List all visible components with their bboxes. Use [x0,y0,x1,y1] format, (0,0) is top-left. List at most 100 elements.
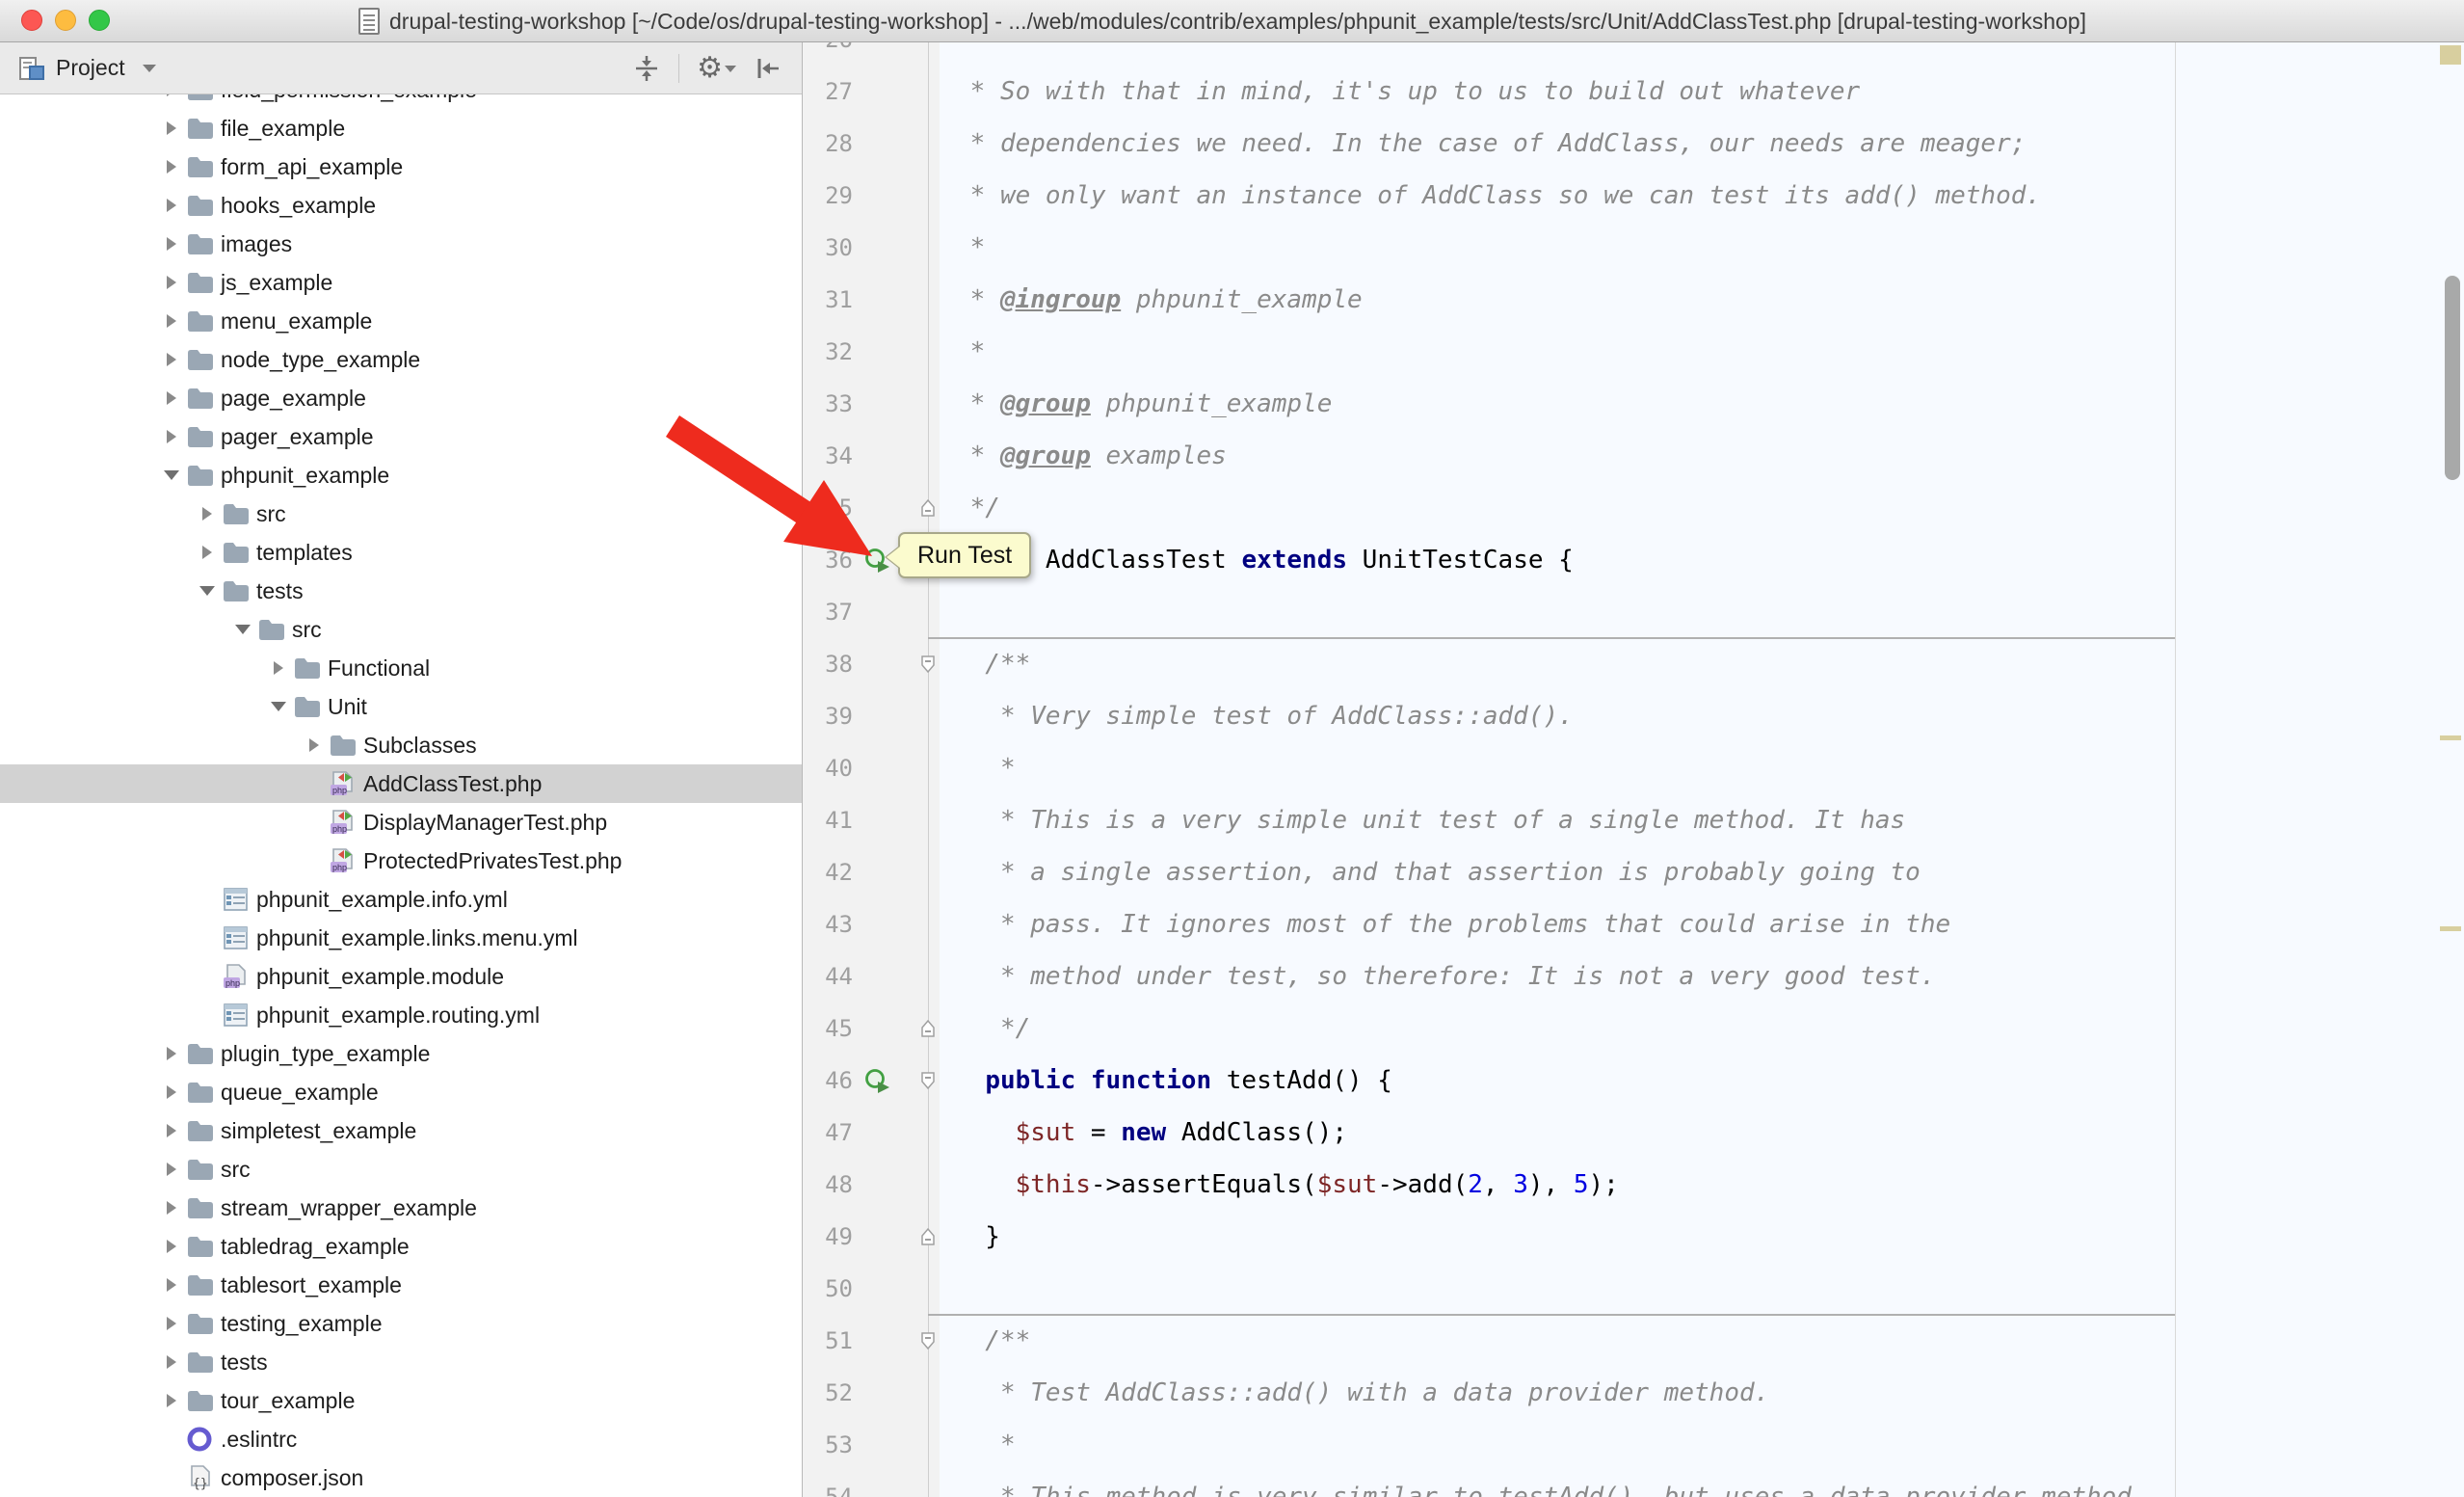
chevron-expanded-icon[interactable] [162,466,181,485]
tree-item-tablesort-example[interactable]: tablesort_example [0,1266,802,1304]
code-line-29[interactable]: 29 * we only want an instance of AddClas… [803,170,2464,222]
tree-item-plugin-type-example[interactable]: plugin_type_example [0,1034,802,1073]
code-editor[interactable]: 2627 * So with that in mind, it's up to … [803,42,2464,1497]
code-line-26[interactable]: 26 [803,42,2464,66]
fold-start-marker[interactable] [920,1331,936,1350]
fold-end-marker[interactable] [920,1227,936,1246]
chevron-collapsed-icon[interactable] [162,1160,181,1179]
fold-end-marker[interactable] [920,1019,936,1038]
error-stripe-mark[interactable] [2440,735,2461,740]
chevron-collapsed-icon[interactable] [162,427,181,446]
tree-item-js-example[interactable]: js_example [0,263,802,302]
chevron-collapsed-icon[interactable] [162,1275,181,1295]
tree-item-queue-example[interactable]: queue_example [0,1073,802,1111]
chevron-expanded-icon[interactable] [198,581,217,601]
tree-item-tests[interactable]: tests [0,572,802,610]
tree-item-templates[interactable]: templates [0,533,802,572]
code-line-37[interactable]: 37 [803,586,2464,638]
code-line-44[interactable]: 44 * method under test, so therefore: It… [803,950,2464,1002]
tree-item-protectedprivatestest-php[interactable]: phpProtectedPrivatesTest.php [0,842,802,880]
tree-item-addclasstest-php[interactable]: phpAddClassTest.php [0,764,802,803]
zoom-button[interactable] [89,10,110,31]
tree-item-tests[interactable]: tests [0,1343,802,1381]
tree-item-displaymanagertest-php[interactable]: phpDisplayManagerTest.php [0,803,802,842]
tree-item-subclasses[interactable]: Subclasses [0,726,802,764]
close-button[interactable] [21,10,42,31]
run-test-gutter-icon[interactable] [864,1067,893,1096]
chevron-collapsed-icon[interactable] [198,543,217,562]
code-line-31[interactable]: 31 * @ingroup phpunit_example [803,274,2464,326]
tree-item-stream-wrapper-example[interactable]: stream_wrapper_example [0,1189,802,1227]
error-stripe-mark[interactable] [2440,926,2461,931]
chevron-collapsed-icon[interactable] [162,1391,181,1410]
chevron-collapsed-icon[interactable] [162,273,181,292]
chevron-expanded-icon[interactable] [233,620,252,639]
code-line-47[interactable]: 47 $sut = new AddClass(); [803,1107,2464,1159]
tree-item-form-api-example[interactable]: form_api_example [0,147,802,186]
chevron-collapsed-icon[interactable] [162,196,181,215]
tree-item-functional[interactable]: Functional [0,649,802,687]
tree-item--eslintrc[interactable]: .eslintrc [0,1420,802,1458]
tree-item-composer-json[interactable]: {}composer.json [0,1458,802,1497]
code-line-43[interactable]: 43 * pass. It ignores most of the proble… [803,898,2464,950]
chevron-collapsed-icon[interactable] [162,1314,181,1333]
code-line-45[interactable]: 45 */ [803,1002,2464,1055]
tree-item-file-example[interactable]: file_example [0,109,802,147]
fold-start-marker[interactable] [920,1071,936,1090]
tree-item-pager-example[interactable]: pager_example [0,417,802,456]
code-line-35[interactable]: 35 */ [803,482,2464,534]
code-line-27[interactable]: 27 * So with that in mind, it's up to us… [803,66,2464,118]
hide-panel-icon[interactable] [754,54,782,83]
tree-item-phpunit-example[interactable]: phpunit_example [0,456,802,495]
fold-end-marker[interactable] [920,498,936,518]
tree-item-simpletest-example[interactable]: simpletest_example [0,1111,802,1150]
code-line-39[interactable]: 39 * Very simple test of AddClass::add()… [803,690,2464,742]
code-line-33[interactable]: 33 * @group phpunit_example [803,378,2464,430]
chevron-collapsed-icon[interactable] [162,234,181,254]
tree-item-node-type-example[interactable]: node_type_example [0,340,802,379]
minimize-button[interactable] [55,10,76,31]
tree-item-phpunit-example-routing-yml[interactable]: phpunit_example.routing.yml [0,996,802,1034]
tree-item-phpunit-example-info-yml[interactable]: phpunit_example.info.yml [0,880,802,919]
code-line-49[interactable]: 49 } [803,1211,2464,1263]
chevron-collapsed-icon[interactable] [162,350,181,369]
chevron-collapsed-icon[interactable] [162,1198,181,1217]
tree-item-hooks-example[interactable]: hooks_example [0,186,802,225]
tree-item-testing-example[interactable]: testing_example [0,1304,802,1343]
code-line-34[interactable]: 34 * @group examples [803,430,2464,482]
tree-item-src[interactable]: src [0,495,802,533]
tree-item-phpunit-example-module[interactable]: phpphpunit_example.module [0,957,802,996]
tree-item-tabledrag-example[interactable]: tabledrag_example [0,1227,802,1266]
code-line-51[interactable]: 51 /** [803,1315,2464,1367]
code-line-40[interactable]: 40 * [803,742,2464,794]
chevron-collapsed-icon[interactable] [162,157,181,176]
chevron-collapsed-icon[interactable] [162,1083,181,1102]
tree-item-field-permission-example[interactable]: field_permission_example [0,94,802,109]
chevron-collapsed-icon[interactable] [269,658,288,678]
project-tab-selector[interactable]: Project [0,54,156,83]
chevron-collapsed-icon[interactable] [162,388,181,408]
chevron-collapsed-icon[interactable] [305,735,324,755]
tree-item-tour-example[interactable]: tour_example [0,1381,802,1420]
code-line-46[interactable]: 46 public function testAdd() { [803,1055,2464,1107]
code-line-30[interactable]: 30 * [803,222,2464,274]
fold-start-marker[interactable] [920,655,936,674]
chevron-collapsed-icon[interactable] [198,504,217,523]
editor-scrollbar-thumb[interactable] [2445,276,2460,480]
tree-item-menu-example[interactable]: menu_example [0,302,802,340]
tree-item-unit[interactable]: Unit [0,687,802,726]
tree-item-src[interactable]: src [0,1150,802,1189]
chevron-expanded-icon[interactable] [269,697,288,716]
code-line-28[interactable]: 28 * dependencies we need. In the case o… [803,118,2464,170]
code-line-36[interactable]: 36class AddClassTest extends UnitTestCas… [803,534,2464,586]
chevron-collapsed-icon[interactable] [162,1237,181,1256]
code-line-54[interactable]: 54 * This method is very similar to test… [803,1471,2464,1497]
tree-item-page-example[interactable]: page_example [0,379,802,417]
chevron-collapsed-icon[interactable] [162,1121,181,1140]
chevron-collapsed-icon[interactable] [162,94,181,99]
chevron-collapsed-icon[interactable] [162,1352,181,1372]
code-line-48[interactable]: 48 $this->assertEquals($sut->add(2, 3), … [803,1159,2464,1211]
tree-item-images[interactable]: images [0,225,802,263]
chevron-collapsed-icon[interactable] [162,119,181,138]
chevron-collapsed-icon[interactable] [162,311,181,331]
